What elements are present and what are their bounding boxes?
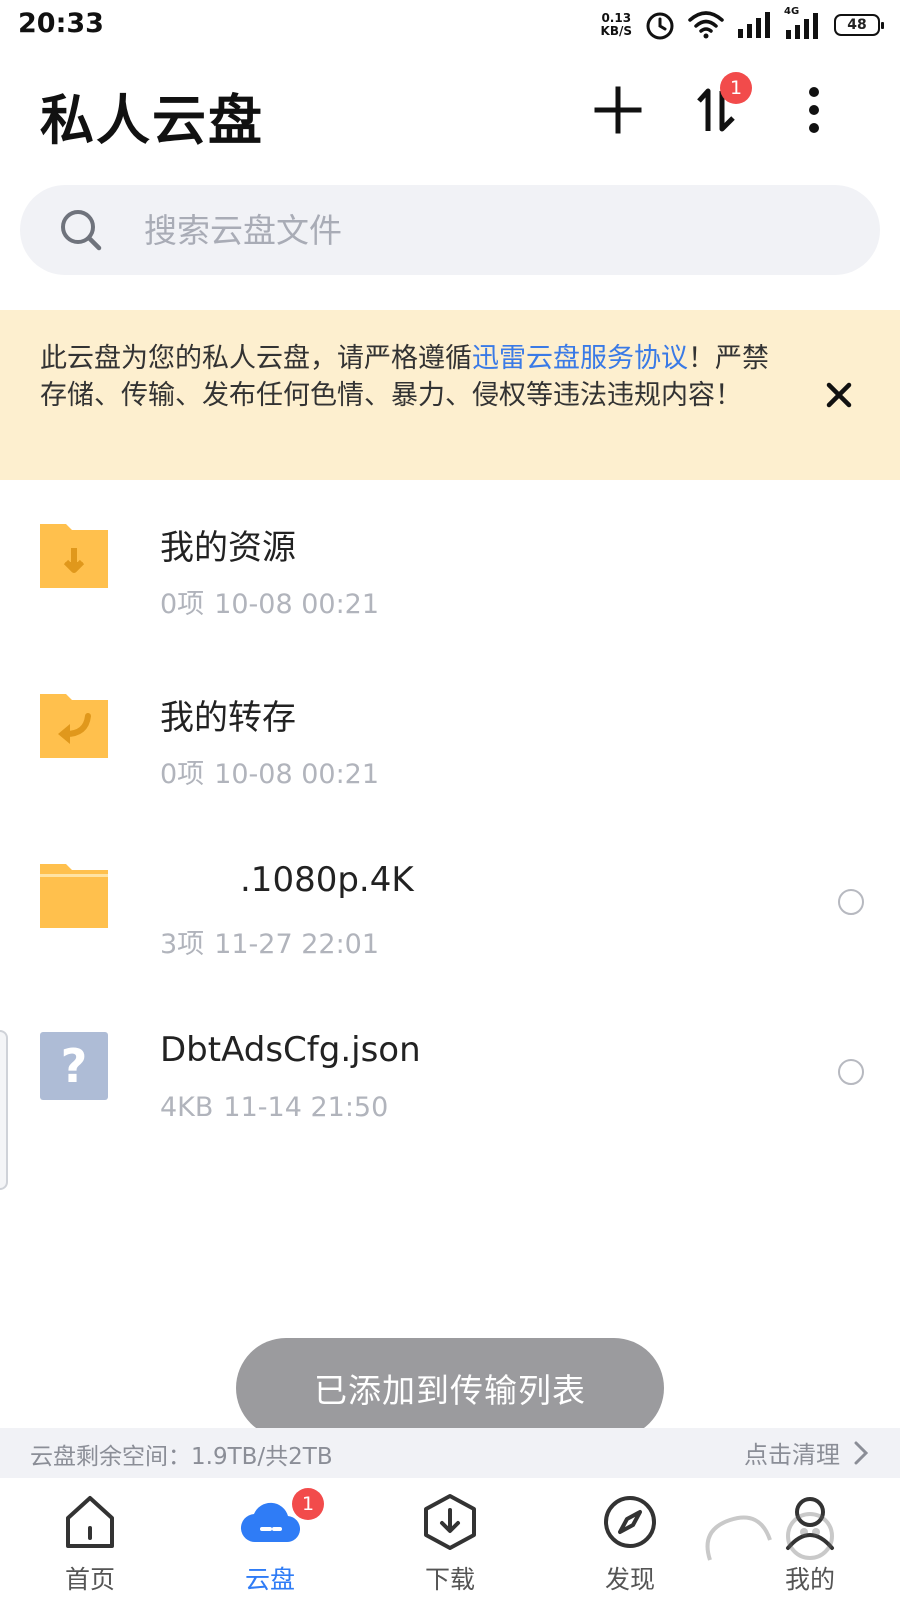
search-bar[interactable]: [20, 185, 880, 275]
transfer-button[interactable]: 1: [686, 72, 752, 140]
page-title: 私人云盘: [40, 89, 264, 152]
file-count: 4KB: [160, 1092, 214, 1123]
clean-label: 点击清理: [744, 1441, 840, 1469]
select-radio[interactable]: [838, 1059, 864, 1085]
tab-label: 首页: [64, 1565, 115, 1594]
signal-icon: [738, 12, 770, 38]
notice-banner: 此云盘为您的私人云盘，请严格遵循迅雷云盘服务协议！严禁存储、传输、发布任何色情、…: [0, 310, 900, 480]
cloud-icon: [240, 1502, 300, 1543]
folder-download-icon: [40, 524, 108, 588]
notice-close-button[interactable]: [816, 372, 862, 418]
tab-download[interactable]: 下载: [360, 1478, 540, 1600]
watermark-logo: [705, 1512, 834, 1561]
file-count: 3项: [160, 929, 205, 960]
file-count: 0项: [160, 759, 205, 790]
folder-icon: [40, 864, 108, 928]
net-speed-unit: KB/S: [600, 24, 632, 38]
tab-home[interactable]: 首页: [0, 1478, 180, 1600]
notice-text-before: 此云盘为您的私人云盘，请严格遵循: [40, 343, 472, 374]
file-date: 11-14 21:50: [223, 1092, 389, 1123]
wifi-icon: [688, 11, 724, 39]
status-bar: 20:33 0.13 KB/S 4G 48: [0, 0, 900, 52]
toast-message: 已添加到传输列表: [236, 1338, 664, 1438]
add-button[interactable]: [588, 80, 648, 140]
alarm-icon: [646, 12, 674, 40]
file-meta: 3项 11-27 22:01: [160, 922, 379, 961]
search-icon: [61, 210, 102, 251]
file-count: 0项: [160, 589, 205, 620]
search-input[interactable]: [144, 205, 824, 255]
file-meta: 0项 10-08 00:21: [160, 752, 379, 791]
svg-text:?: ?: [61, 1039, 88, 1093]
file-date: 10-08 00:21: [214, 759, 380, 790]
side-drawer-handle[interactable]: [0, 1030, 8, 1190]
cloud-badge: 1: [292, 1488, 324, 1520]
file-list-item[interactable]: ? DbtAdsCfg.json 4KB 11-14 21:50: [0, 1000, 900, 1170]
tab-cloud[interactable]: 1 云盘: [180, 1478, 360, 1600]
tab-label: 下载: [424, 1565, 475, 1594]
tab-label: 云盘: [244, 1565, 295, 1594]
status-time: 20:33: [18, 8, 104, 39]
file-date: 11-27 22:01: [214, 929, 380, 960]
file-list-item[interactable]: 我的资源 0项 10-08 00:21: [0, 490, 900, 660]
clean-button[interactable]: 点击清理: [744, 1435, 868, 1470]
file-name: 我的资源: [160, 528, 296, 568]
storage-text: 云盘剩余空间：1.9TB/共2TB: [30, 1444, 333, 1470]
file-list-item[interactable]: .1080p.4K 3项 11-27 22:01: [0, 830, 900, 1000]
header: 私人云盘 1: [0, 60, 900, 160]
more-icon: [809, 87, 819, 133]
notice-text: 此云盘为您的私人云盘，请严格遵循迅雷云盘服务协议！严禁存储、传输、发布任何色情、…: [40, 340, 770, 414]
more-button[interactable]: [784, 80, 844, 140]
folder-transfer-icon: [40, 694, 108, 758]
compass-icon: [604, 1496, 656, 1548]
file-list-item[interactable]: 我的转存 0项 10-08 00:21: [0, 660, 900, 830]
file-name: 我的转存: [160, 698, 296, 738]
close-icon: [826, 382, 852, 408]
service-agreement-link[interactable]: 迅雷云盘服务协议: [472, 343, 688, 374]
plus-icon: [594, 86, 642, 134]
battery-indicator: 48: [834, 14, 884, 36]
transfer-badge: 1: [720, 72, 752, 104]
storage-bar: 云盘剩余空间：1.9TB/共2TB 点击清理: [0, 1428, 900, 1478]
home-icon: [66, 1496, 114, 1548]
status-icons: 0.13 KB/S 4G 48: [601, 6, 884, 42]
unknown-file-icon: ?: [40, 1032, 108, 1100]
net-speed: 0.13 KB/S: [601, 12, 632, 38]
file-meta: 0项 10-08 00:21: [160, 582, 379, 621]
chevron-right-icon: [854, 1441, 868, 1464]
file-meta: 4KB 11-14 21:50: [160, 1092, 388, 1123]
signal-4g-icon: 4G: [784, 6, 822, 40]
file-name: DbtAdsCfg.json: [160, 1030, 421, 1070]
select-radio[interactable]: [838, 889, 864, 915]
download-icon: [424, 1494, 476, 1550]
file-date: 10-08 00:21: [214, 589, 380, 620]
file-name: .1080p.4K: [240, 860, 414, 900]
